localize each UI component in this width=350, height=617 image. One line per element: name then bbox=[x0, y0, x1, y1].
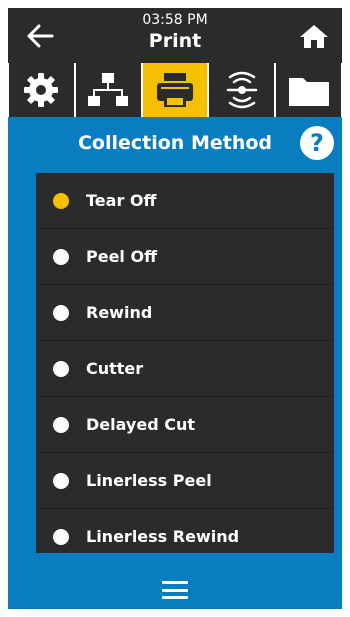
folder-icon bbox=[288, 78, 329, 106]
tab-print[interactable] bbox=[142, 63, 208, 117]
printer-icon bbox=[156, 73, 193, 107]
option-label: Linerless Peel bbox=[86, 471, 212, 490]
radio-icon bbox=[53, 528, 69, 545]
gear-icon bbox=[24, 73, 59, 107]
radio-icon bbox=[53, 360, 69, 377]
radio-icon bbox=[53, 416, 69, 433]
collection-method-list: Tear Off Peel Off Rewind Cutter Delayed Cut L… bbox=[36, 173, 334, 553]
list-item[interactable]: Cutter bbox=[36, 341, 334, 397]
list-item[interactable]: Tear Off bbox=[36, 173, 334, 229]
tab-bar bbox=[8, 63, 342, 117]
option-label: Cutter bbox=[86, 359, 144, 378]
tab-settings[interactable] bbox=[9, 63, 74, 117]
radio-icon bbox=[53, 248, 69, 265]
section-header: Collection Method ? bbox=[8, 117, 342, 173]
list-item[interactable]: Linerless Rewind bbox=[36, 509, 334, 553]
radio-icon bbox=[53, 304, 69, 321]
list-item[interactable]: Linerless Peel bbox=[36, 453, 334, 509]
hamburger-menu-icon bbox=[162, 588, 188, 592]
option-label: Peel Off bbox=[86, 247, 158, 266]
option-label: Rewind bbox=[86, 303, 153, 322]
list-item[interactable]: Peel Off bbox=[36, 229, 334, 285]
help-button[interactable]: ? bbox=[300, 126, 334, 160]
option-label: Delayed Cut bbox=[86, 415, 196, 434]
printer-screen: 03:58 PM Print Collection Method ? Tear … bbox=[8, 8, 342, 609]
menu-button[interactable] bbox=[158, 578, 192, 602]
radio-selected-icon bbox=[53, 192, 69, 209]
tab-storage[interactable] bbox=[276, 63, 341, 117]
list-item[interactable]: Rewind bbox=[36, 285, 334, 341]
clock-time: 03:58 PM bbox=[142, 12, 208, 28]
page-title: Print bbox=[148, 30, 202, 52]
tab-sensors[interactable] bbox=[209, 63, 275, 117]
section-title: Collection Method bbox=[77, 132, 273, 154]
tab-network[interactable] bbox=[75, 63, 141, 117]
radio-icon bbox=[53, 472, 69, 489]
home-icon bbox=[300, 25, 328, 48]
home-button[interactable] bbox=[296, 20, 332, 52]
list-item[interactable]: Delayed Cut bbox=[36, 397, 334, 453]
option-label: Tear Off bbox=[86, 191, 157, 210]
option-label: Linerless Rewind bbox=[86, 527, 240, 546]
hamburger-menu-icon bbox=[162, 581, 188, 584]
hamburger-menu-icon bbox=[162, 596, 188, 599]
sensor-icon bbox=[226, 71, 258, 109]
header-bar: 03:58 PM Print bbox=[8, 8, 342, 63]
network-icon bbox=[88, 73, 129, 106]
